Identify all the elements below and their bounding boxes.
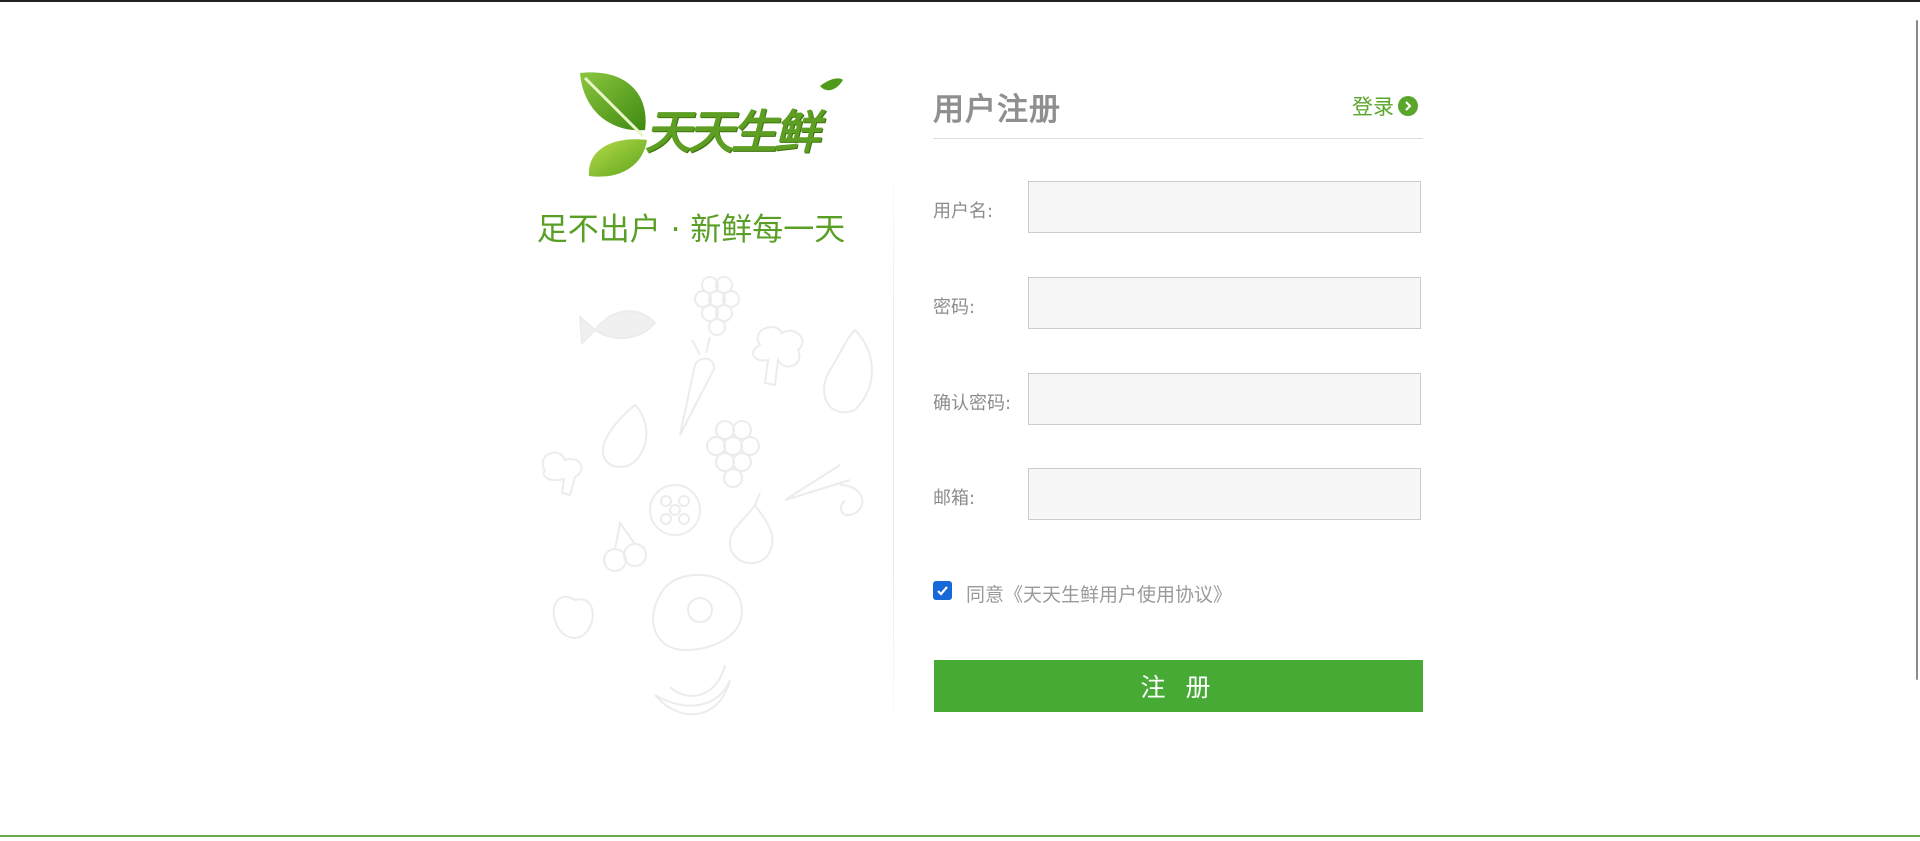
username-input[interactable] (1028, 181, 1421, 233)
agree-text: 同意《天天生鲜用户使用协议》 (966, 584, 1233, 606)
bottom-border (0, 835, 1920, 837)
logo-text: 天天生鲜 (645, 105, 820, 159)
page-title: 用户注册 (933, 92, 1061, 128)
email-input[interactable] (1028, 468, 1421, 520)
login-link[interactable]: 登录 (1352, 92, 1418, 120)
agree-checkbox[interactable] (933, 581, 952, 600)
checkmark-icon (937, 586, 948, 596)
username-label: 用户名: (933, 201, 994, 222)
produce-illustration (541, 276, 873, 716)
confirm-password-label: 确认密码: (933, 393, 1012, 414)
password-label: 密码: (933, 297, 976, 318)
register-button[interactable]: 注 册 (934, 660, 1423, 712)
scrollbar-thumb[interactable] (1916, 20, 1918, 680)
email-label: 邮箱: (933, 488, 976, 509)
login-link-label: 登录 (1352, 95, 1394, 119)
chevron-right-circle-icon (1398, 96, 1418, 116)
title-divider (933, 138, 1423, 139)
page-scrollbar[interactable] (1905, 14, 1919, 841)
password-input[interactable] (1028, 277, 1421, 329)
top-border (0, 0, 1920, 2)
brand-logo: 天天生鲜 (575, 68, 845, 178)
confirm-password-input[interactable] (1028, 373, 1421, 425)
column-divider (893, 150, 894, 750)
brand-slogan: 足不出户 · 新鲜每一天 (536, 212, 846, 248)
